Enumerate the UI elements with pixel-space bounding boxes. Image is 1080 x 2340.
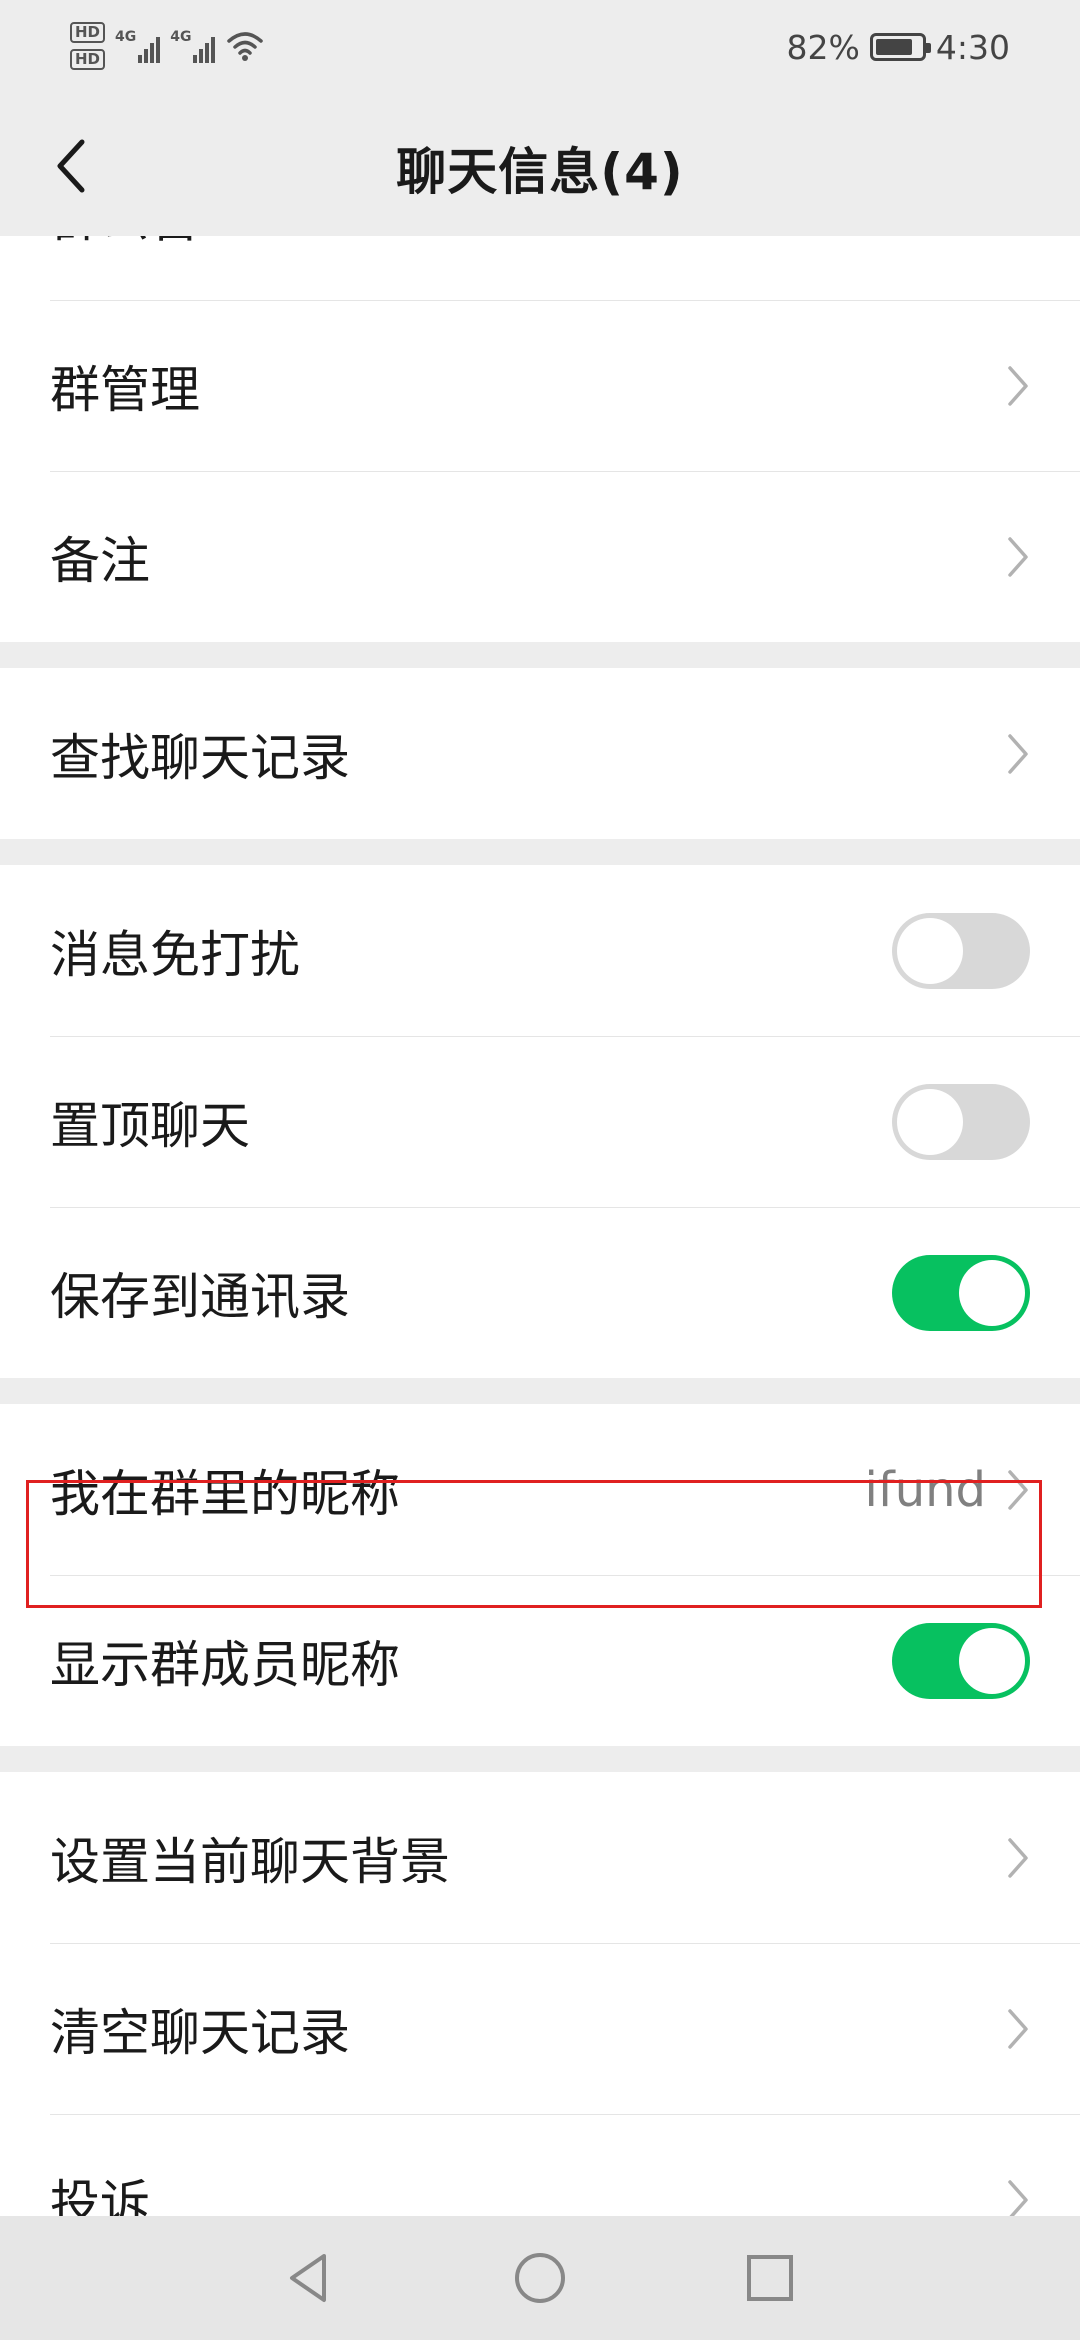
chevron-right-icon bbox=[1008, 2179, 1028, 2216]
wifi-icon bbox=[227, 32, 264, 61]
settings-row-control bbox=[892, 912, 1030, 989]
nav-home-button[interactable] bbox=[508, 2246, 572, 2310]
settings-row[interactable]: 设置当前聊天背景 bbox=[0, 1772, 1080, 1943]
settings-row-label: 置顶聊天 bbox=[50, 1096, 250, 1155]
settings-row-label: 清空聊天记录 bbox=[50, 2003, 350, 2062]
settings-row[interactable]: 置顶聊天 bbox=[0, 1036, 1080, 1207]
settings-row-control bbox=[1006, 2007, 1030, 2051]
chevron-right-icon bbox=[1006, 236, 1030, 237]
settings-row-control bbox=[1006, 2178, 1030, 2216]
toggle-switch[interactable] bbox=[892, 912, 1030, 989]
settings-row[interactable]: 查找聊天记录 bbox=[0, 668, 1080, 839]
square-recents-icon bbox=[747, 2255, 793, 2301]
sim2-network-type: 4G bbox=[170, 29, 192, 45]
triangle-back-icon bbox=[290, 2254, 326, 2302]
toggle-knob bbox=[959, 1259, 1025, 1326]
settings-row[interactable]: 投诉 bbox=[0, 2114, 1080, 2216]
nav-back-button[interactable] bbox=[276, 2246, 340, 2310]
chevron-right-icon bbox=[1008, 1837, 1028, 1878]
page-title: 聊天信息(4) bbox=[396, 143, 684, 201]
settings-list: 群公告群管理备注查找聊天记录消息免打扰置顶聊天保存到通讯录我在群里的昵称 ifun… bbox=[0, 236, 1080, 2216]
settings-row-label: 群管理 bbox=[50, 360, 200, 419]
toggle-switch[interactable] bbox=[892, 1083, 1030, 1160]
chevron-right-icon bbox=[1008, 365, 1028, 406]
settings-row-control bbox=[1006, 732, 1030, 776]
hd-indicators: HD HD bbox=[70, 22, 106, 70]
settings-row[interactable]: 清空聊天记录 bbox=[0, 1943, 1080, 2114]
battery-icon bbox=[869, 33, 931, 61]
settings-row-control: ifund bbox=[864, 1462, 1030, 1518]
settings-row-label: 保存到通讯录 bbox=[50, 1267, 350, 1326]
settings-row[interactable]: 备注 bbox=[0, 471, 1080, 642]
settings-row-control bbox=[1006, 1836, 1030, 1880]
nav-recents-button[interactable] bbox=[738, 2246, 802, 2310]
settings-row[interactable]: 消息免打扰 bbox=[0, 865, 1080, 1036]
settings-row[interactable]: 群公告 bbox=[0, 236, 1080, 300]
chevron-right-icon bbox=[1008, 2008, 1028, 2049]
settings-row-value: ifund bbox=[864, 1461, 986, 1518]
settings-row-label: 设置当前聊天背景 bbox=[50, 1832, 450, 1891]
settings-row-label: 显示群成员昵称 bbox=[50, 1635, 400, 1694]
settings-row-label: 备注 bbox=[50, 531, 150, 590]
settings-row-control bbox=[1006, 364, 1030, 408]
header: 聊天信息(4) bbox=[0, 96, 1080, 236]
settings-scroll-area[interactable]: 群公告群管理备注查找聊天记录消息免打扰置顶聊天保存到通讯录我在群里的昵称 ifun… bbox=[0, 236, 1080, 2216]
toggle-knob bbox=[959, 1627, 1025, 1694]
toggle-switch[interactable] bbox=[892, 1254, 1030, 1331]
settings-row-control bbox=[892, 1254, 1030, 1331]
settings-row-control bbox=[1006, 236, 1030, 237]
status-bar: HD HD 4G 4G 82% 4:30 bbox=[0, 0, 1080, 96]
chevron-right-icon bbox=[1008, 1469, 1028, 1510]
settings-group: 群公告群管理备注 bbox=[0, 236, 1080, 642]
settings-group: 消息免打扰置顶聊天保存到通讯录 bbox=[0, 865, 1080, 1378]
toggle-switch[interactable] bbox=[892, 1622, 1030, 1699]
hd-badge-2: HD bbox=[70, 49, 106, 70]
settings-group: 我在群里的昵称 ifund 显示群成员昵称 bbox=[0, 1404, 1080, 1746]
hd-badge-1: HD bbox=[70, 22, 106, 43]
settings-row-label: 投诉 bbox=[50, 2174, 150, 2217]
settings-group: 查找聊天记录 bbox=[0, 668, 1080, 839]
system-nav-bar bbox=[0, 2216, 1080, 2340]
toggle-knob bbox=[897, 917, 963, 984]
settings-row-control bbox=[892, 1622, 1030, 1699]
toggle-knob bbox=[897, 1088, 963, 1155]
settings-group: 设置当前聊天背景 清空聊天记录投诉 bbox=[0, 1772, 1080, 2216]
settings-row-label: 消息免打扰 bbox=[50, 925, 300, 984]
settings-row[interactable]: 群管理 bbox=[0, 300, 1080, 471]
battery-level bbox=[875, 39, 912, 55]
clock: 4:30 bbox=[935, 27, 1010, 67]
battery-percent: 82% bbox=[786, 27, 860, 67]
settings-row[interactable]: 我在群里的昵称 ifund bbox=[0, 1404, 1080, 1575]
circle-home-icon bbox=[515, 2253, 565, 2303]
settings-row[interactable]: 显示群成员昵称 bbox=[0, 1575, 1080, 1746]
settings-row-control bbox=[1006, 535, 1030, 579]
settings-row-label: 群公告 bbox=[50, 236, 200, 251]
settings-row-control bbox=[892, 1083, 1030, 1160]
settings-row[interactable]: 保存到通讯录 bbox=[0, 1207, 1080, 1378]
status-icons-left: HD HD 4G 4G bbox=[70, 16, 265, 76]
settings-row-label: 我在群里的昵称 bbox=[50, 1464, 400, 1523]
sim2-signal-icon: 4G bbox=[170, 29, 216, 63]
chevron-right-icon bbox=[1008, 733, 1028, 774]
status-icons-right: 82% 4:30 bbox=[787, 22, 1010, 72]
settings-row-label: 查找聊天记录 bbox=[50, 728, 350, 787]
sim1-signal-icon: 4G bbox=[115, 29, 161, 63]
sim1-network-type: 4G bbox=[115, 29, 137, 45]
chevron-right-icon bbox=[1008, 536, 1028, 577]
